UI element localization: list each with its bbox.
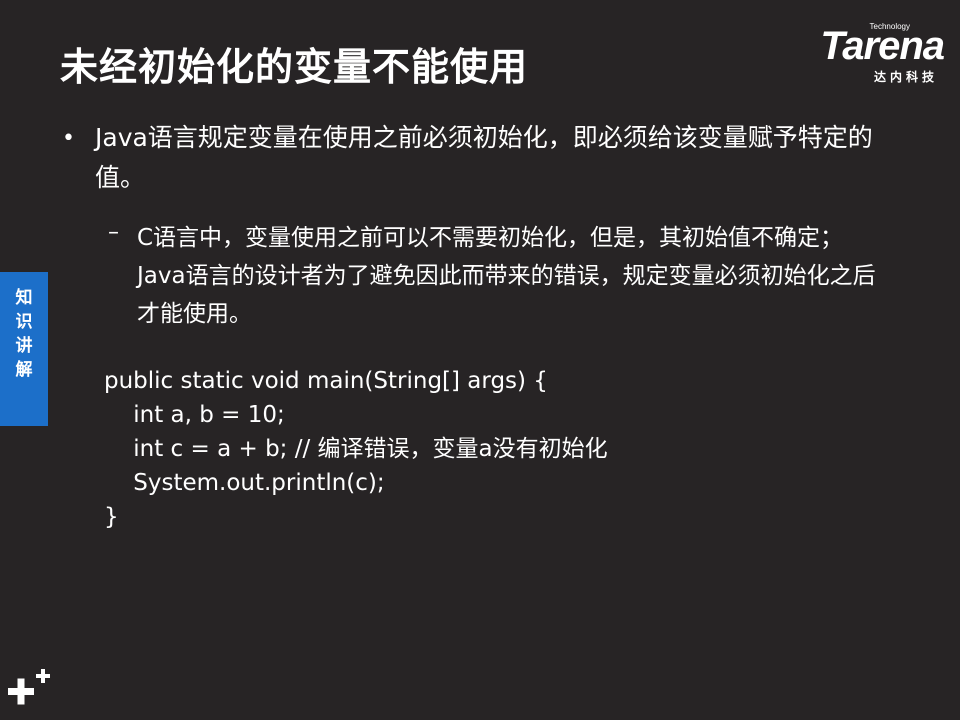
sub-bullet-marker: – <box>108 220 119 245</box>
section-tab: 知 识 讲 解 <box>0 272 48 426</box>
section-tab-label: 知 识 讲 解 <box>15 288 33 380</box>
bullet-text: Java语言规定变量在使用之前必须初始化，即必须给该变量赋予特定的值。 <box>95 123 873 192</box>
bullet-marker: • <box>62 126 75 151</box>
code-line: int c = a + b; // 编译错误，变量a没有初始化 <box>104 436 608 462</box>
code-line: int a, b = 10; <box>104 402 285 428</box>
code-line: System.out.println(c); <box>104 470 385 496</box>
plus-decoration-icon <box>8 669 50 705</box>
code-line: public static void main(String[] args) { <box>104 368 548 394</box>
code-line: } <box>104 504 119 530</box>
sub-bullet-text: C语言中，变量使用之前可以不需要初始化，但是，其初始值不确定；Java语言的设计… <box>137 225 876 327</box>
tarena-logo: Technology Tarena 达内科技 <box>779 22 945 84</box>
logo-wordmark: Tarena <box>820 24 945 68</box>
code-block: public static void main(String[] args) {… <box>104 364 608 534</box>
logo-chinese-name: 达内科技 <box>873 70 938 84</box>
slide-title: 未经初始化的变量不能使用 <box>60 45 529 89</box>
